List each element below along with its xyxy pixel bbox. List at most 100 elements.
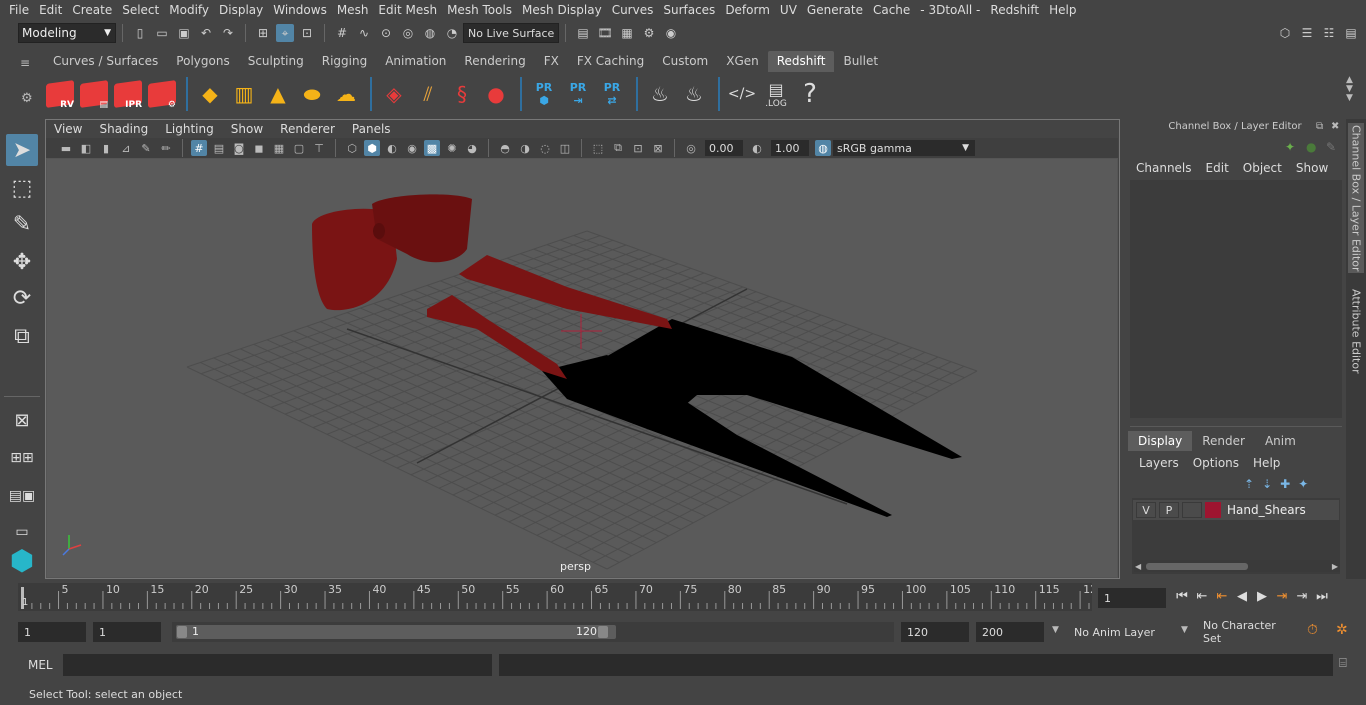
- shelf-tab-fx-caching[interactable]: FX Caching: [568, 51, 653, 72]
- shelf-tab-custom[interactable]: Custom: [653, 51, 717, 72]
- range-slider-bar[interactable]: [176, 625, 616, 639]
- exposure-icon[interactable]: ◎: [683, 140, 699, 156]
- xray-icon[interactable]: ⧉: [610, 140, 626, 156]
- go-to-end-icon[interactable]: ⏭: [1312, 586, 1332, 606]
- layer-menu-options[interactable]: Options: [1193, 456, 1239, 470]
- shelf-tab-sculpting[interactable]: Sculpting: [239, 51, 313, 72]
- move-layer-down-icon[interactable]: ⇣: [1262, 477, 1272, 491]
- command-input[interactable]: [63, 654, 492, 676]
- mode-selector[interactable]: Modeling ▼: [18, 23, 116, 43]
- safe-title-icon[interactable]: ⊤: [311, 140, 327, 156]
- menu-surfaces[interactable]: Surfaces: [663, 3, 715, 17]
- light-sun-icon[interactable]: ☁: [330, 78, 362, 110]
- grid-toggle-icon[interactable]: #: [191, 140, 207, 156]
- paint-select-tool-icon[interactable]: ✎: [6, 208, 38, 240]
- grease-pencil-icon[interactable]: ✎: [138, 140, 154, 156]
- redo-icon[interactable]: ↷: [219, 24, 237, 42]
- auto-key-icon[interactable]: ⏱: [1307, 622, 1318, 638]
- script-editor-icon[interactable]: </>: [726, 78, 758, 110]
- shelf-scroll-icon[interactable]: ▲ ▼ ▼: [1346, 76, 1353, 103]
- shelf-tab-animation[interactable]: Animation: [376, 51, 455, 72]
- tool-settings-icon[interactable]: ☷: [1320, 24, 1338, 42]
- light-area-icon[interactable]: ◆: [194, 78, 226, 110]
- play-forward-icon[interactable]: ▶: [1252, 586, 1272, 606]
- step-back-frame-icon[interactable]: ⇤: [1192, 586, 1212, 606]
- hair-icon[interactable]: ⫽: [412, 78, 444, 110]
- close-panel-icon[interactable]: ✖: [1331, 121, 1339, 132]
- bake-icon[interactable]: ♨: [644, 78, 676, 110]
- viewport-menu-lighting[interactable]: Lighting: [165, 122, 214, 136]
- chevron-down-icon[interactable]: ▼: [1052, 625, 1059, 635]
- menu-mesh-display[interactable]: Mesh Display: [522, 3, 602, 17]
- shelf-settings-icon[interactable]: ⚙: [21, 91, 33, 106]
- view-transform-select[interactable]: sRGB gamma ▼: [833, 140, 975, 156]
- tab-attribute-editor[interactable]: Attribute Editor: [1348, 281, 1364, 381]
- default-material-icon[interactable]: ◉: [404, 140, 420, 156]
- menu-select[interactable]: Select: [122, 3, 159, 17]
- volume-icon[interactable]: §: [446, 78, 478, 110]
- channel-menu-channels[interactable]: Channels: [1136, 161, 1192, 175]
- step-back-key-icon[interactable]: ⇤: [1212, 586, 1232, 606]
- shade-wire-icon[interactable]: ◐: [384, 140, 400, 156]
- ambient-occlusion-icon[interactable]: ◓: [497, 140, 513, 156]
- menu-file[interactable]: File: [9, 3, 29, 17]
- chevron-down-icon[interactable]: ▼: [1181, 625, 1188, 635]
- camera-attributes-icon[interactable]: ◧: [78, 140, 94, 156]
- layer-scrollbar[interactable]: ◀ ▶: [1134, 560, 1340, 572]
- live-surface-field[interactable]: No Live Surface: [463, 23, 559, 43]
- end-time-field[interactable]: 200: [976, 622, 1044, 642]
- scroll-left-icon[interactable]: ◀: [1135, 562, 1141, 571]
- menu-mesh-tools[interactable]: Mesh Tools: [447, 3, 512, 17]
- preferences-icon[interactable]: ✲: [1336, 622, 1348, 638]
- viewport-menu-view[interactable]: View: [54, 122, 82, 136]
- depth-of-field-icon[interactable]: ◫: [557, 140, 573, 156]
- character-set-select[interactable]: No Character Set: [1197, 619, 1297, 645]
- layer-tab-display[interactable]: Display: [1128, 431, 1193, 451]
- scrollbar-thumb[interactable]: [1146, 563, 1248, 570]
- manipulator-icon[interactable]: ✦: [1285, 140, 1295, 154]
- wireframe-icon[interactable]: ⬡: [344, 140, 360, 156]
- undo-icon[interactable]: ↶: [197, 24, 215, 42]
- playback-start-field[interactable]: 1: [93, 622, 161, 642]
- time-slider[interactable]: 5 10 15 20 25 30 35 40 45 50 55 60 65 70 75 80 85 90 95 100…: [18, 583, 1097, 611]
- hyper-icon[interactable]: ✎: [1326, 140, 1336, 154]
- viewport-menu-panels[interactable]: Panels: [352, 122, 391, 136]
- snap-grid-icon[interactable]: #: [333, 24, 351, 42]
- scale-tool-icon[interactable]: ⧉: [6, 320, 38, 352]
- step-forward-frame-icon[interactable]: ⇥: [1292, 586, 1312, 606]
- new-layer-icon[interactable]: ✚: [1280, 477, 1290, 491]
- play-backward-icon[interactable]: ◀: [1232, 586, 1252, 606]
- perspective-viewport[interactable]: [46, 158, 1118, 578]
- pr-swap-button[interactable]: PR ⇄: [596, 78, 628, 110]
- start-time-field[interactable]: 1: [18, 622, 86, 642]
- menu-redshift[interactable]: Redshift: [990, 3, 1039, 17]
- menu-3dtoall[interactable]: - 3DtoAll -: [920, 3, 980, 17]
- bookmark-icon[interactable]: ▮: [98, 140, 114, 156]
- step-forward-key-icon[interactable]: ⇥: [1272, 586, 1292, 606]
- shelf-tab-rendering[interactable]: Rendering: [455, 51, 534, 72]
- xray-components-icon[interactable]: ⊠: [650, 140, 666, 156]
- isolate-select-icon[interactable]: ⬚: [590, 140, 606, 156]
- menu-generate[interactable]: Generate: [807, 3, 863, 17]
- new-scene-icon[interactable]: ▯: [131, 24, 149, 42]
- help-icon[interactable]: ?: [794, 78, 826, 110]
- anti-alias-icon[interactable]: ◌: [537, 140, 553, 156]
- layer-tab-anim[interactable]: Anim: [1255, 431, 1306, 451]
- redshift-render-sequence-button[interactable]: ▤: [78, 78, 108, 110]
- lighting-icon[interactable]: ✺: [444, 140, 460, 156]
- menu-curves[interactable]: Curves: [612, 3, 654, 17]
- menu-mesh[interactable]: Mesh: [337, 3, 369, 17]
- single-view-icon[interactable]: ⊠: [6, 404, 38, 436]
- motion-blur-icon[interactable]: ◑: [517, 140, 533, 156]
- move-tool-icon[interactable]: ✥: [6, 246, 38, 278]
- camera-select-icon[interactable]: ▬: [58, 140, 74, 156]
- shelf-tab-polygons[interactable]: Polygons: [167, 51, 238, 72]
- field-chart-icon[interactable]: ▦: [271, 140, 287, 156]
- current-frame-field[interactable]: 1: [1098, 588, 1166, 608]
- channel-box-icon[interactable]: ▤: [1342, 24, 1360, 42]
- redshift-render-settings-button[interactable]: ⚙: [146, 78, 176, 110]
- snap-curve-icon[interactable]: ∿: [355, 24, 373, 42]
- viewport-menu-renderer[interactable]: Renderer: [280, 122, 335, 136]
- move-layer-up-icon[interactable]: ⇡: [1244, 477, 1254, 491]
- modeling-toolkit-icon[interactable]: ⬡: [1276, 24, 1294, 42]
